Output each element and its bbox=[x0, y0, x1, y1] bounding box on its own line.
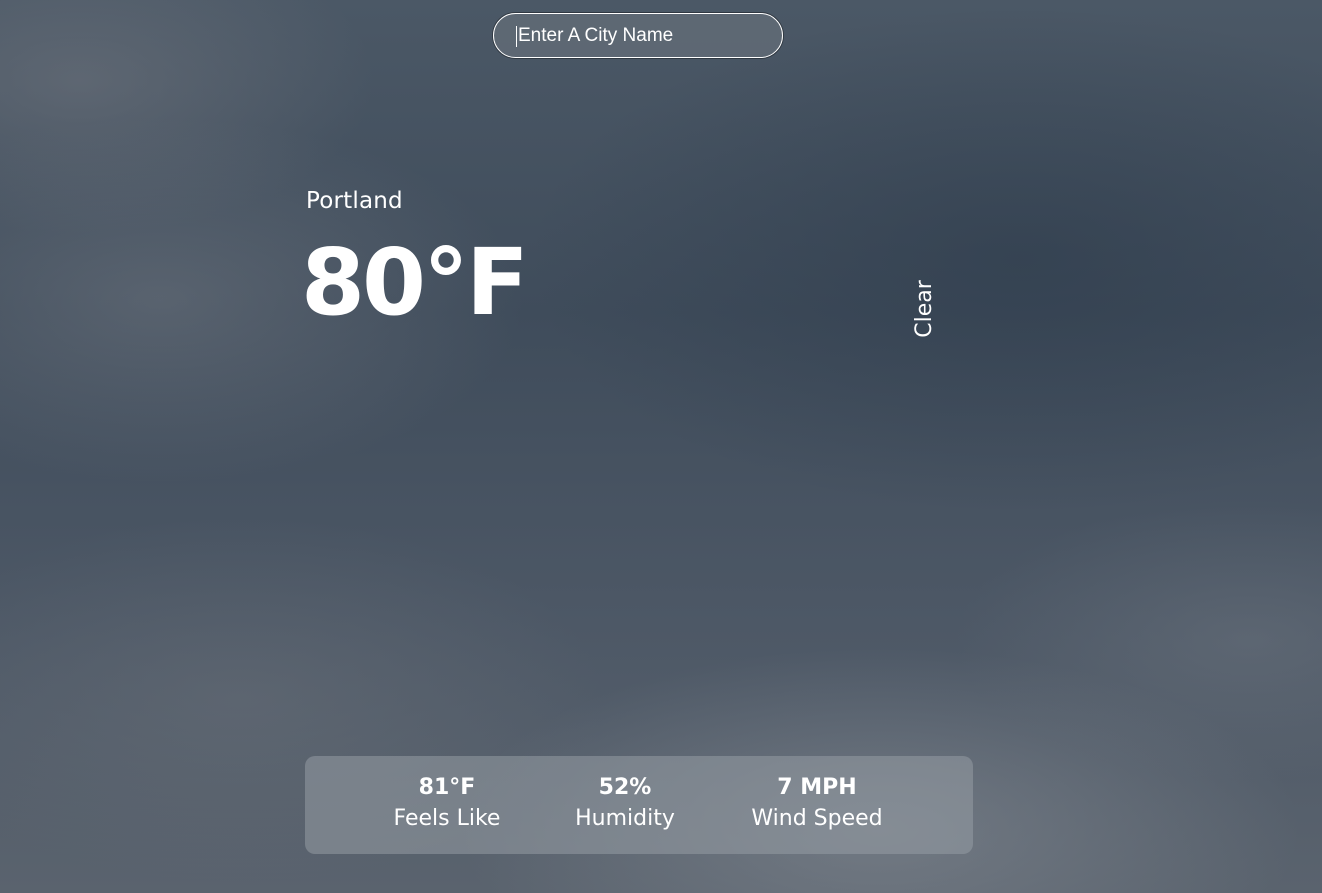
current-temperature: 80°F bbox=[301, 229, 529, 336]
humidity-label: Humidity bbox=[575, 806, 675, 831]
weather-stats-panel: 81°F Feels Like 52% Humidity 7 MPH Wind … bbox=[305, 756, 973, 854]
weather-condition: Clear bbox=[912, 280, 937, 338]
text-cursor bbox=[516, 26, 517, 47]
city-search-input[interactable] bbox=[518, 14, 768, 58]
city-search-box[interactable] bbox=[493, 13, 783, 58]
humidity-stat: 52% Humidity bbox=[560, 774, 690, 836]
feels-like-label: Feels Like bbox=[393, 806, 501, 831]
wind-speed-label: Wind Speed bbox=[751, 806, 883, 831]
city-name: Portland bbox=[306, 188, 403, 214]
feels-like-value: 81°F bbox=[418, 775, 476, 800]
wind-speed-value: 7 MPH bbox=[777, 775, 857, 800]
humidity-value: 52% bbox=[598, 775, 652, 800]
wind-speed-stat: 7 MPH Wind Speed bbox=[737, 774, 897, 836]
feels-like-stat: 81°F Feels Like bbox=[377, 774, 517, 836]
